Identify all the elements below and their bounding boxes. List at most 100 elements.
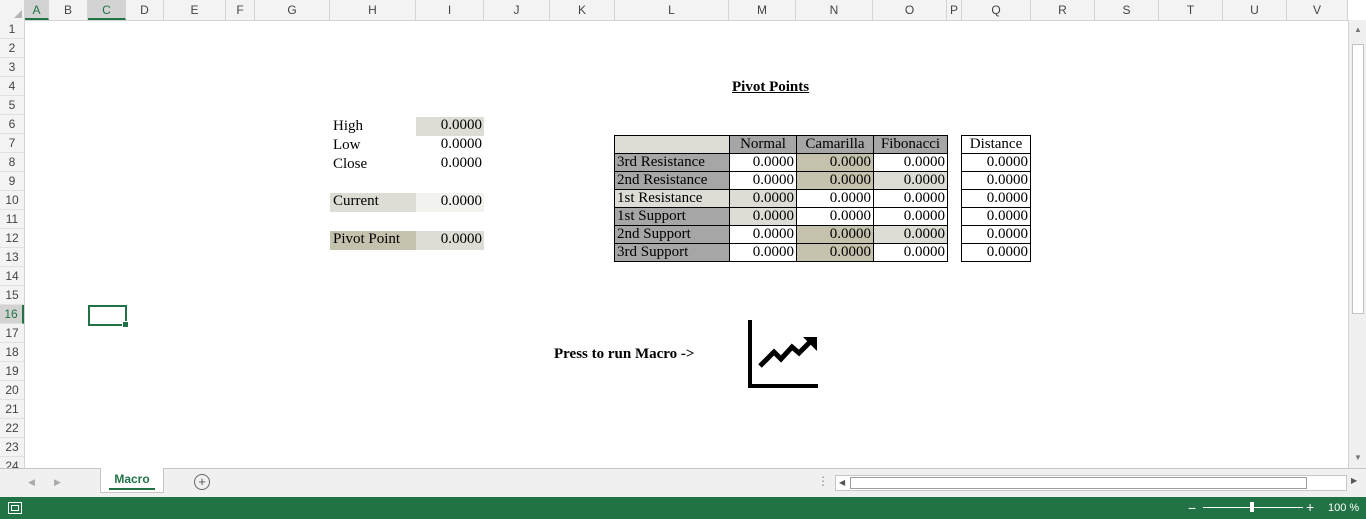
row-header[interactable]: 17 [0, 324, 24, 343]
vertical-scroll-thumb[interactable] [1352, 44, 1364, 314]
column-header-c[interactable]: C [88, 0, 126, 20]
sheet-tab-bar: ◀ ▶ Macro + ⋮ ◀ ▶ [0, 468, 1366, 497]
normal-cell[interactable]: 0.0000 [729, 153, 797, 172]
row-header[interactable]: 18 [0, 343, 24, 362]
column-header-d[interactable]: D [126, 0, 164, 20]
normal-cell[interactable]: 0.0000 [729, 189, 797, 208]
zoom-slider-thumb[interactable] [1250, 502, 1254, 512]
camarilla-cell[interactable]: 0.0000 [796, 153, 874, 172]
camarilla-cell[interactable]: 0.0000 [796, 207, 874, 226]
normal-cell[interactable]: 0.0000 [729, 171, 797, 190]
row-header[interactable]: 23 [0, 438, 24, 457]
horizontal-scrollbar[interactable]: ◀ [835, 475, 1347, 491]
row-header[interactable]: 8 [0, 153, 24, 172]
column-header-f[interactable]: F [226, 0, 255, 20]
column-header-l[interactable]: L [615, 0, 729, 20]
column-header-h[interactable]: H [330, 0, 416, 20]
zoom-out-icon[interactable]: − [1188, 500, 1196, 516]
column-header-t[interactable]: T [1159, 0, 1223, 20]
row-header[interactable]: 15 [0, 286, 24, 305]
row-label: 1st Support [614, 207, 730, 226]
distance-cell[interactable]: 0.0000 [961, 207, 1031, 226]
high-value-cell[interactable]: 0.0000 [416, 117, 484, 136]
row-header[interactable]: 19 [0, 362, 24, 381]
split-handle-icon[interactable]: ⋮ [817, 474, 829, 488]
normal-cell[interactable]: 0.0000 [729, 243, 797, 262]
column-header-e[interactable]: E [164, 0, 226, 20]
distance-cell[interactable]: 0.0000 [961, 153, 1031, 172]
camarilla-cell[interactable]: 0.0000 [796, 225, 874, 244]
row-header[interactable]: 13 [0, 248, 24, 267]
column-header-r[interactable]: R [1031, 0, 1095, 20]
column-header-a[interactable]: A [25, 0, 49, 20]
vertical-scrollbar[interactable]: ▲ ▼ [1348, 20, 1366, 468]
sheet-tab-macro[interactable]: Macro [100, 468, 164, 493]
row-header[interactable]: 6 [0, 115, 24, 134]
column-header-u[interactable]: U [1223, 0, 1287, 20]
row-header[interactable]: 4 [0, 77, 24, 96]
horizontal-scroll-thumb[interactable] [850, 477, 1307, 489]
fibonacci-cell[interactable]: 0.0000 [873, 225, 948, 244]
scroll-down-icon[interactable]: ▼ [1352, 452, 1364, 464]
row-header[interactable]: 2 [0, 39, 24, 58]
normal-cell[interactable]: 0.0000 [729, 207, 797, 226]
scroll-left-icon[interactable]: ◀ [839, 476, 845, 490]
row-header[interactable]: 10 [0, 191, 24, 210]
column-header-b[interactable]: B [49, 0, 88, 20]
column-header-v[interactable]: V [1287, 0, 1348, 20]
column-header-o[interactable]: O [873, 0, 947, 20]
next-sheet-icon[interactable]: ▶ [54, 477, 61, 488]
camarilla-cell[interactable]: 0.0000 [796, 189, 874, 208]
row-header[interactable]: 22 [0, 419, 24, 438]
add-sheet-icon[interactable]: + [194, 474, 210, 490]
fibonacci-cell[interactable]: 0.0000 [873, 153, 948, 172]
row-header[interactable]: 12 [0, 229, 24, 248]
row-header[interactable]: 21 [0, 400, 24, 419]
row-header[interactable]: 11 [0, 210, 24, 229]
low-value-cell[interactable]: 0.0000 [416, 136, 484, 155]
close-value-cell[interactable]: 0.0000 [416, 155, 484, 174]
line-chart-icon[interactable] [747, 319, 819, 389]
row-header[interactable]: 1 [0, 20, 24, 39]
scroll-right-icon[interactable]: ▶ [1351, 476, 1357, 485]
row-header[interactable]: 14 [0, 267, 24, 286]
table-header-row: Normal Camarilla Fibonacci [614, 135, 948, 154]
active-cell-selection[interactable] [88, 305, 129, 328]
row-header[interactable]: 7 [0, 134, 24, 153]
row-header-selected[interactable]: 16 [0, 305, 24, 324]
worksheet-grid[interactable]: Pivot Points High 0.0000 Low 0.0000 Clos… [25, 21, 1348, 468]
distance-cell[interactable]: 0.0000 [961, 189, 1031, 208]
row-header[interactable]: 20 [0, 381, 24, 400]
select-all-corner[interactable] [0, 0, 25, 20]
camarilla-cell[interactable]: 0.0000 [796, 171, 874, 190]
column-header-q[interactable]: Q [962, 0, 1031, 20]
column-header-s[interactable]: S [1095, 0, 1159, 20]
row-header[interactable]: 3 [0, 58, 24, 77]
row-header[interactable]: 24 [0, 457, 24, 468]
pivot-point-value-cell[interactable]: 0.0000 [416, 231, 484, 250]
camarilla-cell[interactable]: 0.0000 [796, 243, 874, 262]
scroll-up-icon[interactable]: ▲ [1352, 24, 1364, 36]
fibonacci-cell[interactable]: 0.0000 [873, 171, 948, 190]
distance-cell[interactable]: 0.0000 [961, 243, 1031, 262]
current-value-cell[interactable]: 0.0000 [416, 193, 484, 212]
column-header-i[interactable]: I [416, 0, 484, 20]
column-header-n[interactable]: N [796, 0, 873, 20]
column-header-j[interactable]: J [484, 0, 550, 20]
column-header-k[interactable]: K [550, 0, 615, 20]
fibonacci-cell[interactable]: 0.0000 [873, 207, 948, 226]
fibonacci-cell[interactable]: 0.0000 [873, 189, 948, 208]
distance-cell[interactable]: 0.0000 [961, 225, 1031, 244]
column-header-p[interactable]: P [947, 0, 962, 20]
row-header[interactable]: 9 [0, 172, 24, 191]
column-header-m[interactable]: M [729, 0, 796, 20]
distance-cell[interactable]: 0.0000 [961, 171, 1031, 190]
row-header[interactable]: 5 [0, 96, 24, 115]
column-header-g[interactable]: G [255, 0, 330, 20]
normal-cell[interactable]: 0.0000 [729, 225, 797, 244]
fibonacci-cell[interactable]: 0.0000 [873, 243, 948, 262]
macro-record-icon[interactable] [8, 502, 22, 514]
zoom-in-icon[interactable]: + [1306, 499, 1314, 515]
prev-sheet-icon[interactable]: ◀ [28, 477, 35, 488]
zoom-level[interactable]: 100 % [1328, 502, 1359, 514]
